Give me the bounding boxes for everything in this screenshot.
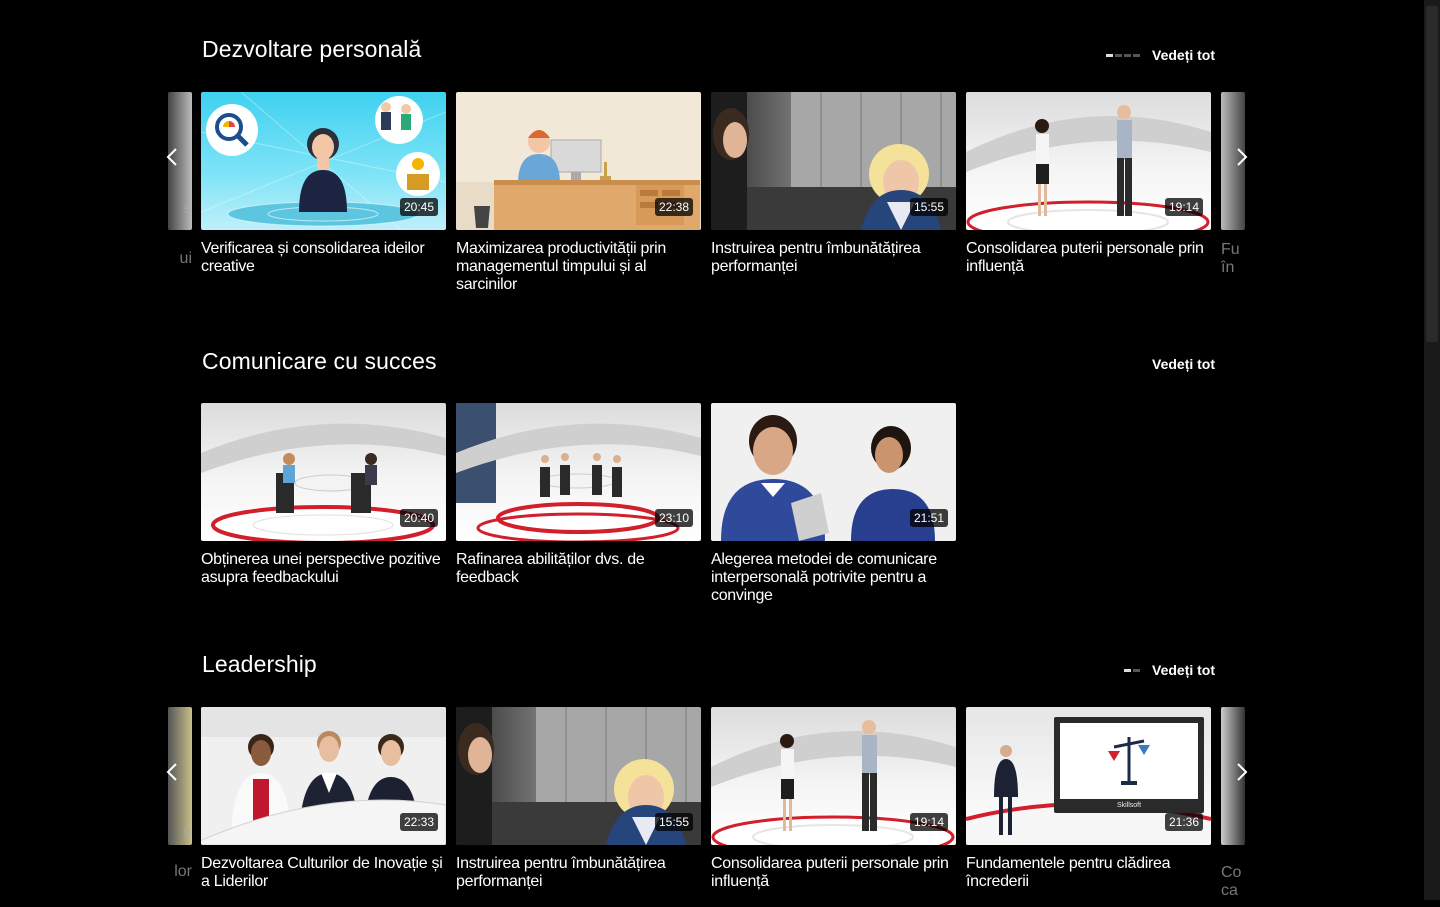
video-title: Obținerea unei perspective pozitive asup… [201, 551, 441, 586]
video-card[interactable]: 22:33 Dezvoltarea Culturilor de Inovație… [201, 707, 446, 891]
video-title: Rafinarea abilităților dvs. de feedback [456, 551, 645, 586]
video-title: Instruirea pentru îmbunătățirea performa… [456, 855, 666, 890]
page-scrollbar[interactable] [1424, 0, 1440, 900]
video-card[interactable]: 15:55 Instruirea pentru îmbunătățirea pe… [711, 92, 956, 276]
board-logo: Skillsoft [1117, 802, 1141, 809]
peek-title-left: ui [179, 250, 192, 267]
video-thumbnail: 20:40 [201, 403, 446, 541]
pagination-dot[interactable] [1133, 54, 1140, 57]
video-duration: 19:14 [909, 813, 948, 831]
video-duration: 15:55 [909, 198, 948, 216]
video-card[interactable]: 20:40 Obținerea unei perspective pozitiv… [201, 403, 446, 587]
video-title: Consolidarea puterii personale prin infl… [966, 240, 1204, 275]
video-card[interactable]: 19:14 Consolidarea puterii personale pri… [711, 707, 956, 891]
video-card[interactable]: 15:55 Instruirea pentru îmbunătățirea pe… [456, 707, 701, 891]
video-duration: 20:40 [399, 509, 438, 527]
see-all-link[interactable]: Vedeți tot [1152, 47, 1215, 63]
carousel-pagination [1106, 54, 1140, 57]
video-thumbnail: 22:33 [201, 707, 446, 845]
scrollbar-thumb[interactable] [1426, 6, 1438, 342]
carousel: 20:40 Obținerea unei perspective pozitiv… [0, 403, 1424, 605]
video-thumbnail: 20:45 [201, 92, 446, 230]
video-thumbnail: 15:55 [711, 92, 956, 230]
chevron-right-icon [1237, 148, 1248, 166]
video-thumbnail: 22:38 [456, 92, 701, 230]
peek-title-right: Co ca [1221, 864, 1242, 899]
pagination-dot[interactable] [1115, 54, 1122, 57]
video-card[interactable]: 22:38 Maximizarea productivității prin m… [456, 92, 701, 294]
carousel: 5 ui 20:45 Verificarea și consolidarea i… [0, 92, 1424, 294]
chevron-right-icon [1237, 763, 1248, 781]
video-thumbnail: 19:14 [966, 92, 1211, 230]
video-card[interactable]: 23:10 Rafinarea abilităților dvs. de fee… [456, 403, 701, 587]
video-duration: 22:33 [399, 813, 438, 831]
chevron-left-icon [166, 148, 177, 166]
video-thumbnail: Skillsoft 21:36 [966, 707, 1211, 845]
video-thumbnail: 15:55 [456, 707, 701, 845]
video-duration: 23:10 [654, 509, 693, 527]
video-duration: 20:45 [399, 198, 438, 216]
peek-duration: 5 [183, 204, 190, 216]
video-duration: 21:36 [1164, 813, 1203, 831]
see-all-link[interactable]: Vedeți tot [1152, 356, 1215, 372]
chevron-left-icon [166, 763, 177, 781]
video-title: Fundamentele pentru clădirea încrederii [966, 855, 1171, 890]
pagination-dot[interactable] [1106, 54, 1113, 57]
carousel-prev-button[interactable] [160, 137, 184, 177]
pagination-dot[interactable] [1124, 669, 1131, 672]
video-duration: 21:51 [909, 509, 948, 527]
see-all-link[interactable]: Vedeți tot [1152, 662, 1215, 678]
video-card[interactable]: Skillsoft 21:36 Fundamentele pentru clăd… [966, 707, 1211, 891]
peek-title-left: lor [174, 863, 192, 880]
pagination-dot[interactable] [1133, 669, 1140, 672]
video-card[interactable]: 19:14 Consolidarea puterii personale pri… [966, 92, 1211, 276]
carousel-next-button[interactable] [1230, 752, 1254, 792]
video-card[interactable]: 21:51 Alegerea metodei de comunicare int… [711, 403, 956, 605]
video-title: Alegerea metodei de comunicare interpers… [711, 551, 937, 604]
video-thumbnail: 23:10 [456, 403, 701, 541]
carousel: 9 lor 22:33 Dezvoltarea Culturilor de In… [0, 707, 1424, 907]
video-title: Instruirea pentru îmbunătățirea performa… [711, 240, 921, 275]
video-duration: 19:14 [1164, 198, 1203, 216]
video-duration: 15:55 [654, 813, 693, 831]
video-title: Verificarea și consolidarea ideilor crea… [201, 240, 425, 275]
carousel-next-button[interactable] [1230, 137, 1254, 177]
video-thumbnail: 21:51 [711, 403, 956, 541]
video-title: Consolidarea puterii personale prin infl… [711, 855, 949, 890]
section-title: Leadership [202, 651, 317, 677]
peek-duration: 9 [183, 827, 190, 839]
video-title: Maximizarea productivității prin managem… [456, 240, 667, 293]
pagination-dot[interactable] [1124, 54, 1131, 57]
section-title: Comunicare cu succes [202, 348, 437, 374]
video-title: Dezvoltarea Culturilor de Inovație și a … [201, 855, 443, 890]
video-card[interactable]: 20:45 Verificarea și consolidarea ideilo… [201, 92, 446, 276]
carousel-pagination [1124, 669, 1140, 672]
video-duration: 22:38 [654, 198, 693, 216]
peek-title-right: Fu în [1221, 241, 1240, 276]
carousel-prev-button[interactable] [160, 752, 184, 792]
section-title: Dezvoltare personală [202, 36, 422, 62]
video-thumbnail: 19:14 [711, 707, 956, 845]
